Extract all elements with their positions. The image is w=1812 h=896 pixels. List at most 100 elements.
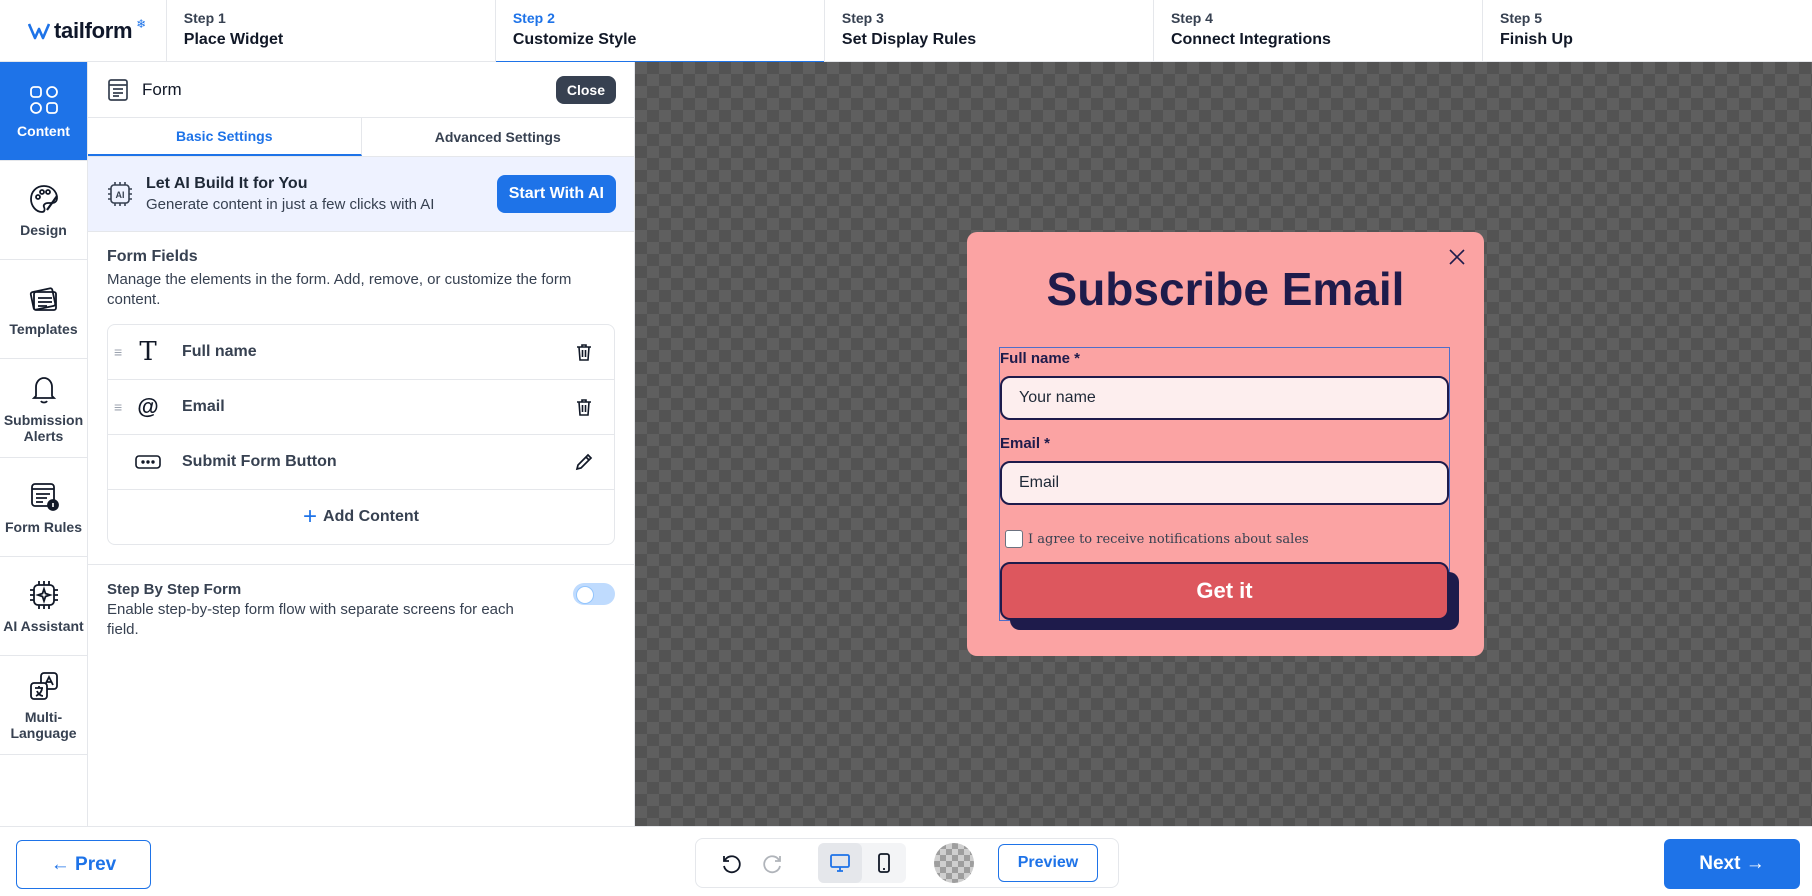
consent-row: I agree to receive notifications about s… [1005,530,1309,548]
list-item-email[interactable]: ≡ @ Email [108,380,614,435]
tab-basic-settings[interactable]: Basic Settings [88,118,362,156]
logo-text: tailform [54,18,133,43]
at-sign-icon: @ [137,394,159,419]
field-label: Email [182,398,225,415]
rail-item-submission-alerts[interactable]: Submission Alerts [0,359,87,458]
form-icon [108,78,128,101]
ai-chip-icon [29,581,58,609]
step-3[interactable]: Step 3 Set Display Rules [825,0,1154,62]
rail-item-content[interactable]: Content [0,62,87,161]
bell-icon [31,377,56,404]
step-1[interactable]: Step 1 Place Widget [167,0,496,62]
redo-icon [763,855,781,874]
step-number: Step 1 [183,10,226,26]
translate-icon [29,672,58,700]
trash-icon[interactable] [574,342,594,362]
preview-button[interactable]: Preview [998,844,1098,882]
step-name: Finish Up [1499,31,1573,48]
consent-checkbox[interactable] [1005,530,1023,548]
rail-label: Templates [9,321,78,337]
palette-icon [29,185,58,213]
step-4[interactable]: Step 4 Connect Integrations [1154,0,1483,62]
ai-title: Let AI Build It for You [146,175,308,192]
mobile-icon [878,853,890,873]
prev-button[interactable]: ← Prev [16,840,151,889]
list-item-submit-button[interactable]: Submit Form Button [108,435,614,490]
rail-item-multi-language[interactable]: Multi-Language [0,656,87,755]
desktop-icon [830,854,850,872]
submit-button[interactable]: Get it [1000,562,1449,620]
step-number: Step 4 [1170,10,1213,26]
stepper-bar: tailform ❄ Step 1 Place Widget Step 2 Cu… [0,0,1812,63]
templates-icon [29,287,57,311]
ai-banner: AI Let AI Build It for You Generate cont… [88,157,634,232]
ai-subtitle: Generate content in just a few clicks wi… [146,196,435,213]
step-name: Customize Style [512,31,637,48]
step-2[interactable]: Step 2 Customize Style [495,0,825,63]
undo-button[interactable] [708,843,752,883]
step-by-step-toggle[interactable] [573,583,615,605]
left-rail: Content Design Templates Submission Aler… [0,62,88,826]
content-grid-icon [29,86,58,114]
step-number: Step 2 [512,10,555,26]
tab-advanced-settings[interactable]: Advanced Settings [362,118,635,156]
next-button[interactable]: Next → [1664,839,1800,889]
logo[interactable]: tailform ❄ [0,0,167,62]
pencil-icon[interactable] [574,452,594,472]
start-with-ai-button[interactable]: Start With AI [496,175,616,213]
rail-label: AI Assistant [3,618,84,634]
email-input[interactable]: Email [1000,461,1449,505]
undo-icon [723,855,741,874]
add-content-button[interactable]: + Add Content [108,490,614,544]
step-5[interactable]: Step 5 Finish Up [1483,0,1812,62]
redo-button[interactable] [752,843,796,883]
toolbar: Preview [695,838,1119,888]
settings-tabs: Basic Settings Advanced Settings [88,117,634,157]
ai-chip-icon: AI [108,182,132,206]
rail-item-ai-assistant[interactable]: AI Assistant [0,557,87,656]
rail-label: Content [17,123,70,139]
full-name-input[interactable]: Your name [1000,376,1449,420]
field-label: Submit Form Button [182,453,337,470]
rail-item-design[interactable]: Design [0,161,87,260]
fields-list: ≡ T Full name ≡ @ Email Submit Form Butt… [107,324,615,545]
panel-header: Form Close [88,62,634,117]
desktop-view-button[interactable] [818,843,862,883]
step-by-step-title: Step By Step Form [107,581,242,598]
mobile-view-button[interactable] [862,843,906,883]
bottom-bar: ← Prev Preview Next → [0,826,1812,896]
rail-item-form-rules[interactable]: Form Rules [0,458,87,557]
preview-canvas: Subscribe Email Full name * Your name Em… [635,62,1812,826]
text-type-icon: T [139,337,157,367]
popup-title[interactable]: Subscribe Email [967,262,1484,316]
add-content-label: Add Content [323,508,419,525]
step-by-step-section: Step By Step Form Enable step-by-step fo… [88,564,634,656]
rail-item-templates[interactable]: Templates [0,260,87,359]
rail-label: Form Rules [4,519,82,535]
list-item-full-name[interactable]: ≡ T Full name [108,325,614,380]
plus-icon: + [303,503,318,530]
snowflake-icon: ❄ [136,17,147,31]
popup-widget[interactable]: Subscribe Email Full name * Your name Em… [967,232,1484,656]
form-fields-title: Form Fields [107,248,198,265]
settings-panel: Form Close Basic Settings Advanced Setti… [88,62,635,826]
canvas-background-swatch[interactable] [934,843,974,883]
full-name-label: Full name * [1000,350,1081,367]
svg-text:AI: AI [116,190,125,200]
step-by-step-description: Enable step-by-step form flow with separ… [107,601,514,638]
rail-label: Design [20,222,67,238]
step-number: Step 3 [841,10,884,26]
email-label: Email * [1000,435,1051,452]
step-name: Place Widget [183,31,284,48]
rail-label: Multi-Language [10,709,77,741]
drag-handle-icon[interactable]: ≡ [114,344,130,360]
trash-icon[interactable] [574,397,594,417]
step-name: Connect Integrations [1170,31,1331,48]
form-rules-icon [30,483,59,511]
ai-banner-text: Let AI Build It for You Generate content… [146,175,485,213]
panel-title: Form [142,79,182,99]
step-number: Step 5 [1499,10,1542,26]
close-button[interactable]: Close [555,75,616,104]
field-label: Full name [182,343,257,360]
drag-handle-icon[interactable]: ≡ [114,399,130,415]
